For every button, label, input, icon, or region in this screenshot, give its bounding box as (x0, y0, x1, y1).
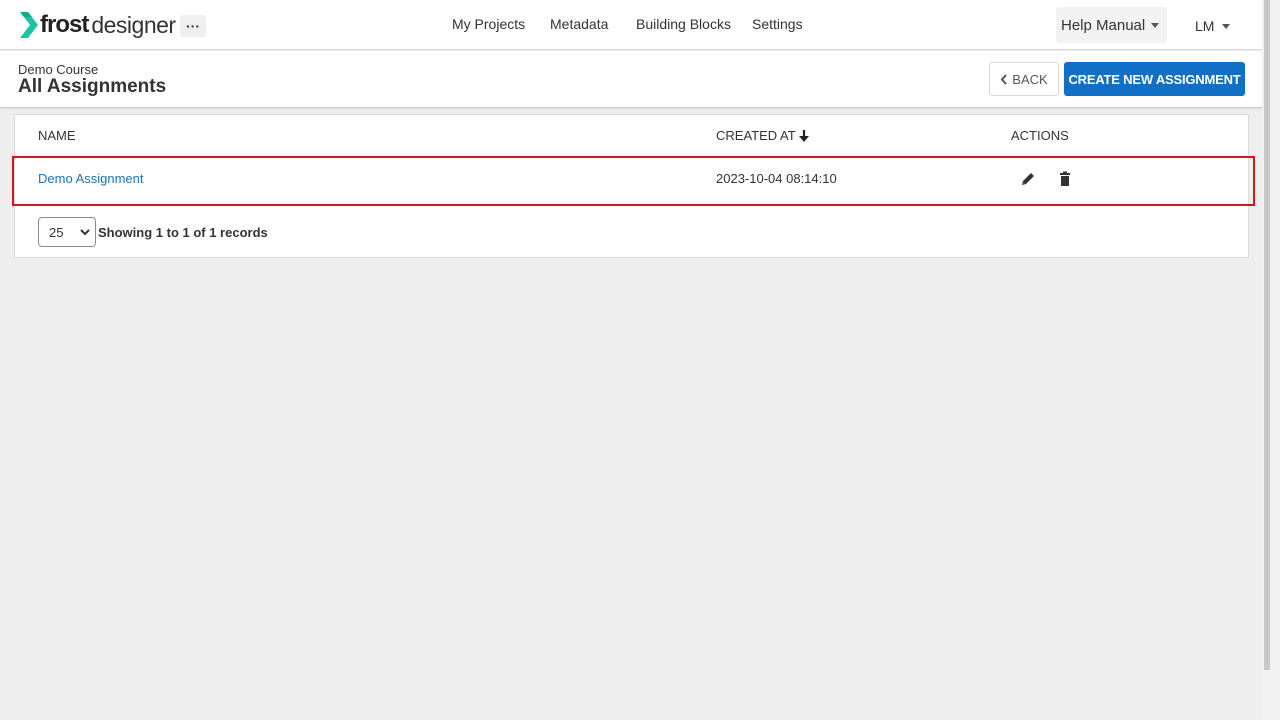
frost-designer-logo[interactable]: frost designer (20, 11, 176, 39)
breadcrumb[interactable]: Demo Course (18, 62, 98, 77)
chevron-down-icon (80, 229, 90, 236)
nav-metadata[interactable]: Metadata (550, 16, 608, 32)
column-header-created-at-label: CREATED AT (716, 128, 796, 143)
sort-descending-icon (798, 129, 809, 142)
page-header: Demo Course All Assignments BACK CREATE … (0, 51, 1262, 108)
create-new-assignment-button[interactable]: CREATE NEW ASSIGNMENT (1064, 62, 1245, 96)
page-title: All Assignments (18, 76, 167, 97)
chevron-left-icon (1000, 73, 1008, 85)
column-header-actions: ACTIONS (1011, 128, 1069, 143)
nav-my-projects[interactable]: My Projects (452, 16, 525, 32)
records-summary: Showing 1 to 1 of 1 records (98, 225, 268, 240)
top-navigation: frost designer ··· My Projects Metadata … (0, 0, 1262, 50)
scrollbar-thumb[interactable] (1264, 0, 1270, 670)
nav-building-blocks[interactable]: Building Blocks (636, 16, 731, 32)
assignment-created-at: 2023-10-04 08:14:10 (716, 171, 837, 186)
assignments-table: NAME CREATED AT ACTIONS Demo Assignment … (12, 114, 1255, 258)
logo-text-designer: designer (91, 11, 176, 38)
logo-chevron-icon (20, 12, 38, 38)
caret-down-icon (1151, 22, 1160, 28)
back-button-label: BACK (1012, 71, 1048, 87)
user-menu[interactable]: LM (1195, 18, 1231, 34)
caret-down-icon (1222, 23, 1231, 29)
assignment-name-link[interactable]: Demo Assignment (38, 171, 144, 186)
column-header-created-at[interactable]: CREATED AT (716, 128, 809, 143)
help-manual-label: Help Manual (1061, 16, 1146, 34)
logo-text-frost: frost (40, 11, 89, 38)
more-menu-button[interactable]: ··· (180, 15, 206, 37)
help-manual-dropdown[interactable]: Help Manual (1056, 7, 1167, 43)
back-button[interactable]: BACK (989, 62, 1059, 96)
nav-settings[interactable]: Settings (752, 16, 803, 32)
user-initials: LM (1195, 18, 1215, 34)
page-size-value: 25 (49, 224, 64, 240)
trash-icon[interactable] (1057, 171, 1073, 187)
edit-icon[interactable] (1020, 171, 1036, 187)
column-header-name[interactable]: NAME (38, 128, 76, 143)
page-size-select[interactable]: 25 (38, 217, 96, 247)
